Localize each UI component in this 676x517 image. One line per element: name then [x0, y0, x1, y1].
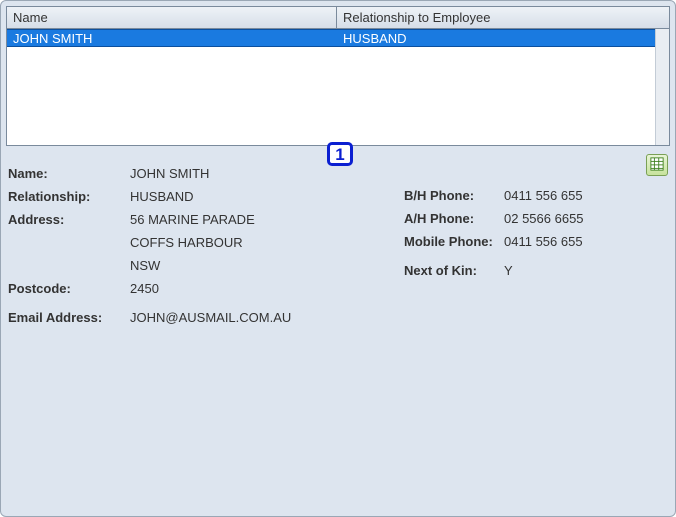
- column-header-name[interactable]: Name: [7, 7, 337, 28]
- label-relationship: Relationship:: [8, 185, 130, 208]
- label-postcode: Postcode:: [8, 277, 130, 300]
- value-ah-phone: 02 5566 6655: [504, 207, 584, 230]
- value-address-line1: 56 MARINE PARADE: [130, 208, 291, 231]
- emergency-contacts-panel: Name Relationship to Employee JOHN SMITH…: [0, 0, 676, 517]
- label-bh-phone: B/H Phone:: [404, 184, 504, 207]
- value-address-line3: NSW: [130, 254, 291, 277]
- annotation-callout: 1: [327, 142, 353, 166]
- contacts-grid: Name Relationship to Employee JOHN SMITH…: [6, 6, 670, 146]
- grid-body: JOHN SMITH HUSBAND: [7, 29, 655, 145]
- grid-header: Name Relationship to Employee: [7, 7, 669, 29]
- cell-name: JOHN SMITH: [7, 30, 337, 46]
- value-next-of-kin: Y: [504, 259, 584, 282]
- column-header-relationship[interactable]: Relationship to Employee: [337, 7, 669, 28]
- value-mobile-phone: 0411 556 655: [504, 230, 584, 253]
- label-email: Email Address:: [8, 306, 130, 329]
- label-next-of-kin: Next of Kin:: [404, 259, 504, 282]
- label-ah-phone: A/H Phone:: [404, 207, 504, 230]
- value-postcode: 2450: [130, 277, 291, 300]
- value-name: JOHN SMITH: [130, 162, 291, 185]
- value-email: JOHN@AUSMAIL.COM.AU: [130, 306, 291, 329]
- value-bh-phone: 0411 556 655: [504, 184, 584, 207]
- spreadsheet-icon: [650, 157, 664, 174]
- export-excel-button[interactable]: [646, 154, 668, 176]
- label-name: Name:: [8, 162, 130, 185]
- label-address: Address:: [8, 208, 130, 231]
- value-relationship: HUSBAND: [130, 185, 291, 208]
- value-address-line2: COFFS HARBOUR: [130, 231, 291, 254]
- cell-relationship: HUSBAND: [337, 30, 655, 46]
- details-section: 1 Name: JOHN SMITH: [6, 146, 670, 329]
- label-mobile-phone: Mobile Phone:: [404, 230, 504, 253]
- table-row[interactable]: JOHN SMITH HUSBAND: [7, 29, 655, 47]
- vertical-scrollbar[interactable]: [655, 29, 669, 145]
